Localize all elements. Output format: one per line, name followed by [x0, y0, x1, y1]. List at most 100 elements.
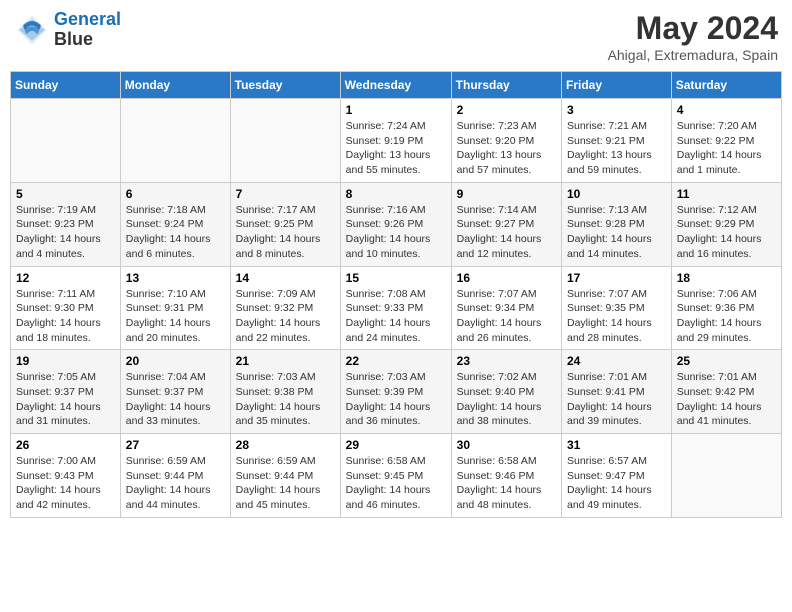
calendar-table: SundayMondayTuesdayWednesdayThursdayFrid… [10, 71, 782, 518]
sunset-text: Sunset: 9:32 PM [236, 302, 314, 314]
sunset-text: Sunset: 9:36 PM [677, 302, 755, 314]
sunrise-text: Sunrise: 7:03 AM [236, 371, 316, 383]
sunrise-text: Sunrise: 6:57 AM [567, 455, 647, 467]
daylight-text: Daylight: 14 hours and 41 minutes. [677, 401, 762, 428]
day-number: 24 [567, 354, 666, 368]
sunrise-text: Sunrise: 7:18 AM [126, 204, 206, 216]
calendar-cell: 8 Sunrise: 7:16 AM Sunset: 9:26 PM Dayli… [340, 182, 451, 266]
sunrise-text: Sunrise: 7:01 AM [567, 371, 647, 383]
page-header: General Blue May 2024 Ahigal, Extremadur… [10, 10, 782, 63]
day-info: Sunrise: 7:03 AM Sunset: 9:39 PM Dayligh… [346, 370, 446, 429]
sunset-text: Sunset: 9:47 PM [567, 470, 645, 482]
day-info: Sunrise: 7:19 AM Sunset: 9:23 PM Dayligh… [16, 203, 115, 262]
day-header-thursday: Thursday [451, 72, 561, 99]
calendar-location: Ahigal, Extremadura, Spain [608, 47, 778, 63]
sunset-text: Sunset: 9:38 PM [236, 386, 314, 398]
daylight-text: Daylight: 14 hours and 28 minutes. [567, 317, 652, 344]
sunset-text: Sunset: 9:46 PM [457, 470, 535, 482]
daylight-text: Daylight: 14 hours and 18 minutes. [16, 317, 101, 344]
day-info: Sunrise: 7:03 AM Sunset: 9:38 PM Dayligh… [236, 370, 335, 429]
calendar-cell: 5 Sunrise: 7:19 AM Sunset: 9:23 PM Dayli… [11, 182, 121, 266]
daylight-text: Daylight: 14 hours and 38 minutes. [457, 401, 542, 428]
sunset-text: Sunset: 9:26 PM [346, 218, 424, 230]
sunset-text: Sunset: 9:30 PM [16, 302, 94, 314]
day-info: Sunrise: 7:12 AM Sunset: 9:29 PM Dayligh… [677, 203, 776, 262]
day-number: 2 [457, 103, 556, 117]
day-number: 7 [236, 187, 335, 201]
daylight-text: Daylight: 14 hours and 4 minutes. [16, 233, 101, 260]
day-number: 22 [346, 354, 446, 368]
daylight-text: Daylight: 14 hours and 29 minutes. [677, 317, 762, 344]
calendar-cell: 12 Sunrise: 7:11 AM Sunset: 9:30 PM Dayl… [11, 266, 121, 350]
calendar-cell [671, 434, 781, 518]
calendar-cell: 26 Sunrise: 7:00 AM Sunset: 9:43 PM Dayl… [11, 434, 121, 518]
day-info: Sunrise: 6:57 AM Sunset: 9:47 PM Dayligh… [567, 454, 666, 513]
sunrise-text: Sunrise: 7:07 AM [567, 288, 647, 300]
daylight-text: Daylight: 14 hours and 20 minutes. [126, 317, 211, 344]
sunrise-text: Sunrise: 7:23 AM [457, 120, 537, 132]
day-number: 27 [126, 438, 225, 452]
sunset-text: Sunset: 9:20 PM [457, 135, 535, 147]
day-number: 17 [567, 271, 666, 285]
day-number: 15 [346, 271, 446, 285]
day-info: Sunrise: 7:10 AM Sunset: 9:31 PM Dayligh… [126, 287, 225, 346]
day-header-monday: Monday [120, 72, 230, 99]
day-info: Sunrise: 7:20 AM Sunset: 9:22 PM Dayligh… [677, 119, 776, 178]
daylight-text: Daylight: 14 hours and 48 minutes. [457, 484, 542, 511]
sunset-text: Sunset: 9:39 PM [346, 386, 424, 398]
day-number: 9 [457, 187, 556, 201]
sunrise-text: Sunrise: 7:09 AM [236, 288, 316, 300]
sunset-text: Sunset: 9:37 PM [126, 386, 204, 398]
sunrise-text: Sunrise: 7:10 AM [126, 288, 206, 300]
day-info: Sunrise: 7:08 AM Sunset: 9:33 PM Dayligh… [346, 287, 446, 346]
calendar-cell: 6 Sunrise: 7:18 AM Sunset: 9:24 PM Dayli… [120, 182, 230, 266]
calendar-cell: 25 Sunrise: 7:01 AM Sunset: 9:42 PM Dayl… [671, 350, 781, 434]
daylight-text: Daylight: 14 hours and 24 minutes. [346, 317, 431, 344]
calendar-cell: 28 Sunrise: 6:59 AM Sunset: 9:44 PM Dayl… [230, 434, 340, 518]
calendar-week-row: 26 Sunrise: 7:00 AM Sunset: 9:43 PM Dayl… [11, 434, 782, 518]
daylight-text: Daylight: 14 hours and 22 minutes. [236, 317, 321, 344]
logo: General Blue [14, 10, 121, 50]
sunrise-text: Sunrise: 7:05 AM [16, 371, 96, 383]
sunrise-text: Sunrise: 7:24 AM [346, 120, 426, 132]
calendar-cell: 11 Sunrise: 7:12 AM Sunset: 9:29 PM Dayl… [671, 182, 781, 266]
day-info: Sunrise: 7:18 AM Sunset: 9:24 PM Dayligh… [126, 203, 225, 262]
daylight-text: Daylight: 14 hours and 26 minutes. [457, 317, 542, 344]
calendar-week-row: 5 Sunrise: 7:19 AM Sunset: 9:23 PM Dayli… [11, 182, 782, 266]
calendar-cell: 30 Sunrise: 6:58 AM Sunset: 9:46 PM Dayl… [451, 434, 561, 518]
daylight-text: Daylight: 14 hours and 10 minutes. [346, 233, 431, 260]
sunset-text: Sunset: 9:27 PM [457, 218, 535, 230]
sunrise-text: Sunrise: 7:07 AM [457, 288, 537, 300]
day-info: Sunrise: 6:58 AM Sunset: 9:45 PM Dayligh… [346, 454, 446, 513]
day-number: 1 [346, 103, 446, 117]
sunset-text: Sunset: 9:41 PM [567, 386, 645, 398]
calendar-cell: 27 Sunrise: 6:59 AM Sunset: 9:44 PM Dayl… [120, 434, 230, 518]
day-header-saturday: Saturday [671, 72, 781, 99]
calendar-cell: 19 Sunrise: 7:05 AM Sunset: 9:37 PM Dayl… [11, 350, 121, 434]
daylight-text: Daylight: 14 hours and 44 minutes. [126, 484, 211, 511]
daylight-text: Daylight: 14 hours and 36 minutes. [346, 401, 431, 428]
sunset-text: Sunset: 9:42 PM [677, 386, 755, 398]
daylight-text: Daylight: 14 hours and 12 minutes. [457, 233, 542, 260]
sunrise-text: Sunrise: 7:12 AM [677, 204, 757, 216]
day-number: 31 [567, 438, 666, 452]
daylight-text: Daylight: 14 hours and 14 minutes. [567, 233, 652, 260]
sunset-text: Sunset: 9:35 PM [567, 302, 645, 314]
sunrise-text: Sunrise: 6:58 AM [457, 455, 537, 467]
day-info: Sunrise: 6:58 AM Sunset: 9:46 PM Dayligh… [457, 454, 556, 513]
daylight-text: Daylight: 14 hours and 42 minutes. [16, 484, 101, 511]
sunrise-text: Sunrise: 7:04 AM [126, 371, 206, 383]
day-number: 30 [457, 438, 556, 452]
logo-text: General Blue [54, 10, 121, 50]
daylight-text: Daylight: 14 hours and 39 minutes. [567, 401, 652, 428]
calendar-cell: 18 Sunrise: 7:06 AM Sunset: 9:36 PM Dayl… [671, 266, 781, 350]
sunrise-text: Sunrise: 7:13 AM [567, 204, 647, 216]
sunset-text: Sunset: 9:23 PM [16, 218, 94, 230]
calendar-cell: 17 Sunrise: 7:07 AM Sunset: 9:35 PM Dayl… [562, 266, 672, 350]
daylight-text: Daylight: 14 hours and 49 minutes. [567, 484, 652, 511]
daylight-text: Daylight: 13 hours and 55 minutes. [346, 149, 431, 176]
daylight-text: Daylight: 14 hours and 33 minutes. [126, 401, 211, 428]
title-block: May 2024 Ahigal, Extremadura, Spain [608, 10, 778, 63]
day-info: Sunrise: 7:23 AM Sunset: 9:20 PM Dayligh… [457, 119, 556, 178]
calendar-cell [11, 99, 121, 183]
